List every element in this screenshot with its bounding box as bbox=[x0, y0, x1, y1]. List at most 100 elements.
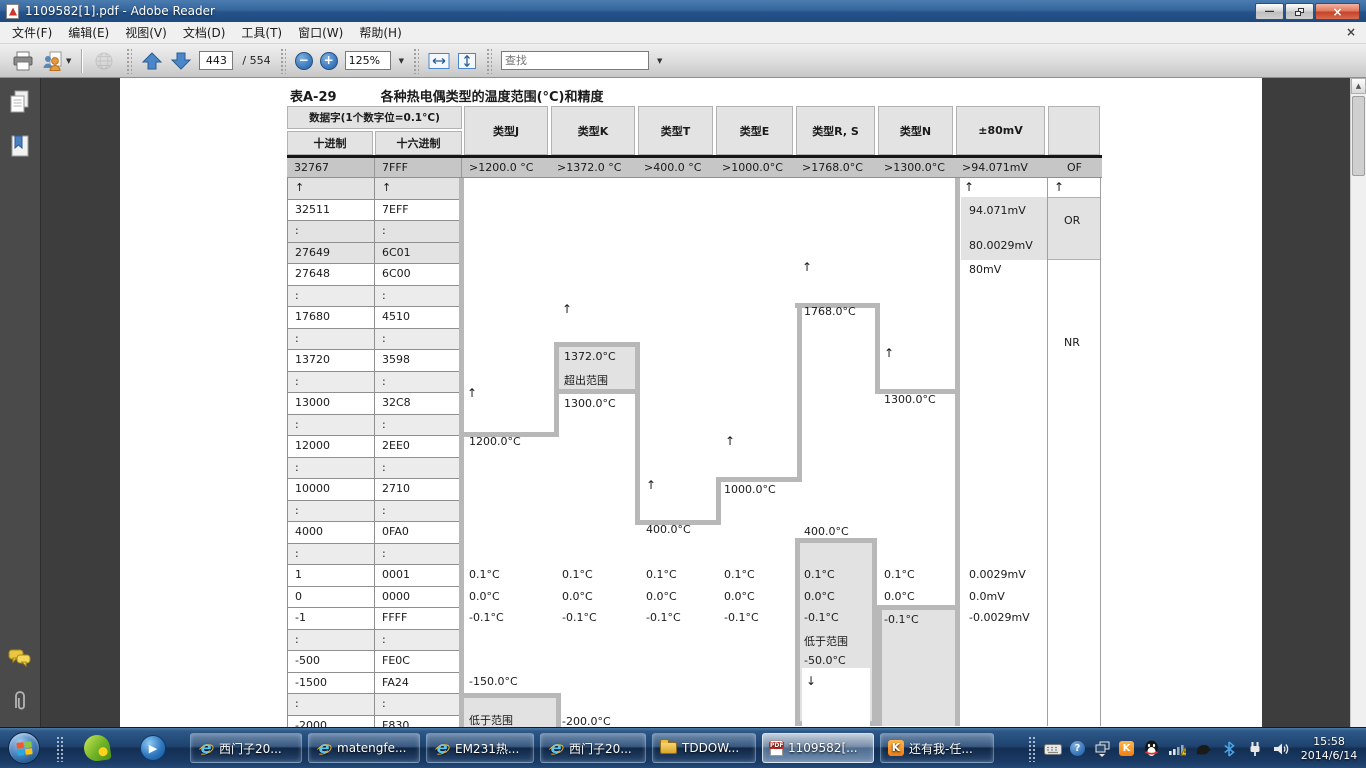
diagram-label: 0.0°C bbox=[804, 590, 835, 603]
word-row: 137203598 bbox=[288, 350, 462, 372]
menu-item[interactable]: 视图(V) bbox=[117, 22, 175, 43]
find-input[interactable] bbox=[501, 51, 649, 70]
header-decimal: 十进制 bbox=[287, 131, 373, 155]
zoom-out-button[interactable]: − bbox=[295, 52, 313, 70]
taskbar-button[interactable]: TDDOW... bbox=[652, 733, 756, 763]
decimal-cell: 4000 bbox=[288, 522, 375, 544]
collaborate-button[interactable] bbox=[93, 51, 117, 71]
help-tray-icon[interactable]: ? bbox=[1070, 741, 1085, 756]
word-row: :: bbox=[288, 286, 462, 308]
ie-icon: e bbox=[198, 740, 214, 756]
word-row: :: bbox=[288, 501, 462, 523]
kugou-tray-icon[interactable]: K bbox=[1119, 741, 1134, 756]
taskbar-button-label: 西门子20... bbox=[219, 740, 294, 757]
diagram-label: 1200.0°C bbox=[469, 435, 521, 448]
previous-page-button[interactable] bbox=[141, 51, 163, 71]
start-button[interactable] bbox=[8, 732, 40, 764]
overflow-cell: OF bbox=[1047, 158, 1102, 177]
menu-item[interactable]: 窗口(W) bbox=[290, 22, 351, 43]
decimal-cell: -1500 bbox=[288, 673, 375, 695]
diagram-label: 0.1°C bbox=[804, 568, 835, 581]
share-button[interactable]: ▼ bbox=[41, 51, 71, 71]
menubar-close-icon[interactable]: × bbox=[1346, 25, 1356, 39]
folder-icon bbox=[660, 742, 677, 754]
restore-button[interactable] bbox=[1285, 3, 1314, 20]
page-count-label: / 554 bbox=[242, 54, 270, 67]
taskbar-button[interactable]: ematengfe... bbox=[308, 733, 420, 763]
diagram-label: 1300.0°C bbox=[884, 393, 936, 406]
pages-panel-icon[interactable] bbox=[8, 90, 32, 118]
zoom-level-input[interactable] bbox=[345, 51, 391, 70]
rs-under-range-inner-box bbox=[802, 668, 870, 726]
taskbar-button[interactable]: e 西门子20... bbox=[190, 733, 302, 763]
bluetooth-tray-icon[interactable] bbox=[1220, 740, 1238, 758]
range-arrow: ↑ bbox=[646, 478, 656, 492]
tray-clock[interactable]: 15:58 2014/6/14 bbox=[1298, 735, 1360, 763]
close-button[interactable]: × bbox=[1315, 3, 1360, 20]
menu-item[interactable]: 编辑(E) bbox=[60, 22, 117, 43]
keyboard-tray-icon[interactable] bbox=[1044, 740, 1062, 758]
word-row: :: bbox=[288, 372, 462, 394]
page-number-input[interactable] bbox=[199, 51, 233, 70]
comments-panel-icon[interactable] bbox=[7, 647, 33, 673]
bookmarks-panel-icon[interactable] bbox=[8, 134, 32, 162]
next-page-button[interactable] bbox=[170, 51, 192, 71]
diagram-label: 1372.0°C bbox=[564, 350, 616, 363]
desktop: 1109582[1].pdf - Adobe Reader — × 文件(F)编… bbox=[0, 0, 1366, 768]
column-header bbox=[1048, 106, 1100, 155]
scrollbar-thumb[interactable] bbox=[1352, 96, 1365, 176]
menu-item[interactable]: 文档(D) bbox=[175, 22, 234, 43]
kugou-icon: K bbox=[888, 740, 904, 756]
network-warning-tray-icon[interactable] bbox=[1168, 740, 1186, 758]
decimal-cell: 13000 bbox=[288, 393, 375, 415]
taskbar-button[interactable]: eEM231热... bbox=[426, 733, 534, 763]
menu-item[interactable]: 文件(F) bbox=[4, 22, 60, 43]
minimize-button[interactable]: — bbox=[1255, 3, 1284, 20]
word-row: 120002EE0 bbox=[288, 436, 462, 458]
quick-launch-player-icon[interactable]: ▶ bbox=[140, 735, 166, 761]
fit-page-button[interactable] bbox=[457, 52, 477, 70]
overflow-cell: >400.0 °C bbox=[637, 158, 715, 177]
volume-tray-icon[interactable] bbox=[1272, 740, 1290, 758]
attachments-panel-icon[interactable] bbox=[9, 689, 31, 715]
k-out-of-range-box bbox=[554, 342, 640, 394]
word-row: 276496C01 bbox=[288, 243, 462, 265]
menu-list: 文件(F)编辑(E)视图(V)文档(D)工具(T)窗口(W)帮助(H) bbox=[4, 22, 410, 43]
taskbar-button[interactable]: e西门子20... bbox=[540, 733, 646, 763]
print-button[interactable] bbox=[12, 51, 34, 71]
diagram-label: 1300.0°C bbox=[564, 397, 616, 410]
quick-launch-k-icon[interactable] bbox=[82, 733, 111, 762]
diagram-label: -50.0°C bbox=[804, 654, 846, 667]
word-row: :: bbox=[288, 221, 462, 243]
taskbar-button[interactable]: K还有我-任... bbox=[880, 733, 994, 763]
diagram-label: 0.0°C bbox=[562, 590, 593, 603]
power-plug-tray-icon[interactable] bbox=[1246, 740, 1264, 758]
diagram-label: 0.1°C bbox=[724, 568, 755, 581]
ie-icon: e bbox=[316, 740, 332, 756]
find-dropdown-icon[interactable]: ▼ bbox=[657, 57, 662, 65]
zoom-dropdown-icon[interactable]: ▼ bbox=[399, 57, 404, 65]
qq-tray-icon[interactable] bbox=[1142, 740, 1160, 758]
word-row: :: bbox=[288, 415, 462, 437]
scroll-up-icon[interactable]: ▲ bbox=[1351, 78, 1366, 94]
hex-cell: : bbox=[375, 286, 460, 308]
sogou-tray-icon[interactable] bbox=[1194, 740, 1212, 758]
down-arrow-icon bbox=[170, 51, 192, 71]
overflow-cell: >1000.0°C bbox=[715, 158, 795, 177]
fit-width-button[interactable] bbox=[428, 52, 450, 70]
hex-cell: 0001 bbox=[375, 565, 460, 587]
pdf-page: 表A-29各种热电偶类型的温度范围(°C)和精度 数据字(1个数字位=0.1°C… bbox=[120, 78, 1262, 727]
taskbar-button-label: 1109582[... bbox=[788, 741, 866, 755]
menu-item[interactable]: 工具(T) bbox=[233, 22, 290, 43]
taskbar-button[interactable]: PDF1109582[... bbox=[762, 733, 874, 763]
hex-cell: : bbox=[375, 694, 460, 716]
hex-cell: : bbox=[375, 221, 460, 243]
zoom-in-button[interactable]: + bbox=[320, 52, 338, 70]
hex-cell: ↑ bbox=[375, 178, 460, 200]
show-hidden-icons[interactable] bbox=[1093, 740, 1111, 758]
diagram-label: OR bbox=[1064, 214, 1080, 227]
vertical-scrollbar[interactable]: ▲ bbox=[1350, 78, 1366, 727]
ie-icon: e bbox=[434, 740, 450, 756]
menu-item[interactable]: 帮助(H) bbox=[351, 22, 409, 43]
clock-time: 15:58 bbox=[1298, 735, 1360, 749]
